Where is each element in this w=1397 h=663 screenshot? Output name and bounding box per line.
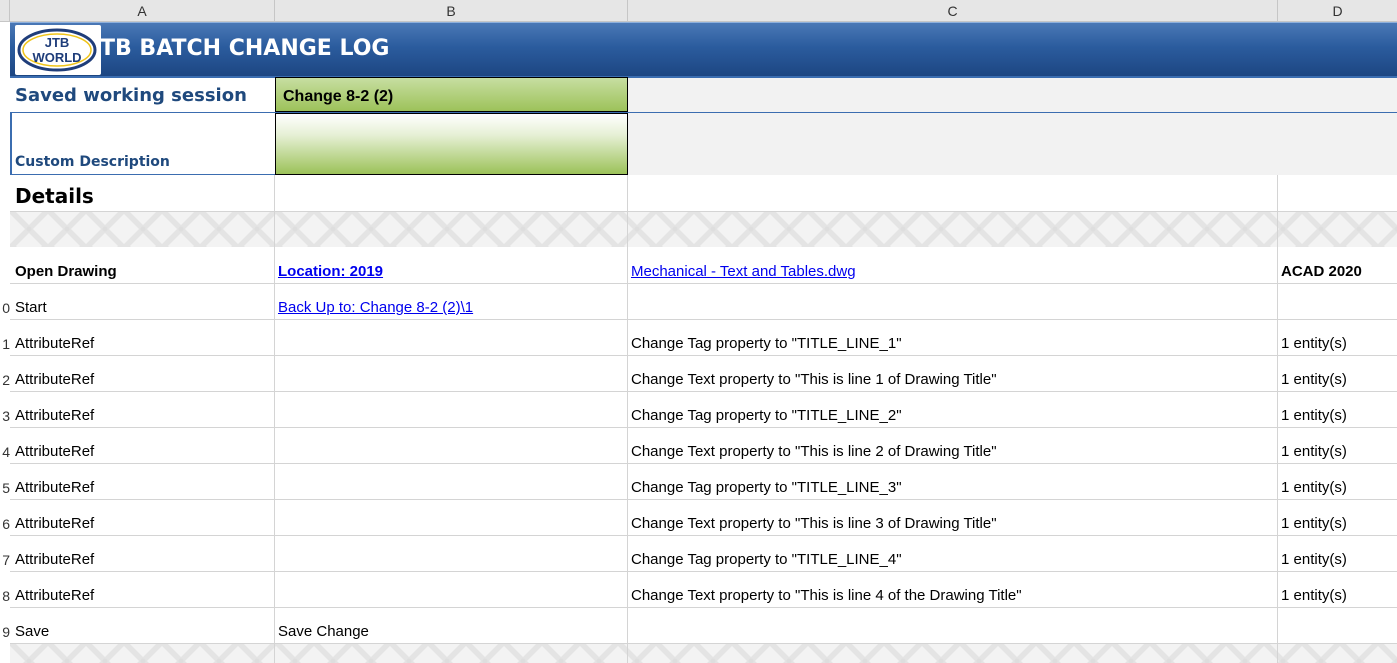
row-number[interactable]: 9 — [0, 622, 10, 642]
change-description[interactable]: Change Tag property to "TITLE_LINE_2" — [626, 406, 902, 426]
attribute-ref-type[interactable]: AttributeRef — [10, 406, 94, 426]
entity-count[interactable]: 1 entity(s) — [1276, 334, 1347, 354]
row-number[interactable]: 1 — [0, 334, 10, 354]
change-description[interactable]: Change Text property to "This is line 3 … — [626, 514, 997, 534]
jtb-world-logo: JTB WORLD — [15, 25, 101, 75]
logo-text-world: WORLD — [32, 50, 81, 65]
logo-text-jtb: JTB — [45, 35, 70, 50]
details-heading: Details — [15, 184, 94, 208]
banner-title: TB BATCH CHANGE LOG — [100, 36, 390, 61]
gridline-row — [10, 463, 1397, 464]
row-number[interactable]: 3 — [0, 406, 10, 426]
entity-count[interactable]: 1 entity(s) — [1276, 586, 1347, 606]
session-label: Saved working session — [15, 85, 247, 106]
entity-count[interactable]: 1 entity(s) — [1276, 550, 1347, 570]
gridline-row — [10, 607, 1397, 608]
decorative-pattern-band-bottom — [10, 644, 1397, 663]
logo-graphic: JTB WORLD — [17, 28, 97, 72]
gridline-row — [10, 571, 1397, 572]
column-header-a[interactable]: A — [10, 0, 275, 22]
attribute-ref-type[interactable]: AttributeRef — [10, 586, 94, 606]
attribute-ref-type[interactable]: AttributeRef — [10, 514, 94, 534]
gridline-row — [10, 319, 1397, 320]
session-row-fill — [628, 77, 1397, 112]
open-drawing-label[interactable]: Open Drawing — [10, 262, 117, 282]
save-label[interactable]: Save — [10, 622, 49, 642]
drawing-file-link[interactable]: Mechanical - Text and Tables.dwg — [626, 262, 856, 282]
description-row-fill — [628, 113, 1397, 175]
change-description[interactable]: Change Text property to "This is line 1 … — [626, 370, 997, 390]
start-label[interactable]: Start — [10, 298, 47, 318]
row-number[interactable]: 5 — [0, 478, 10, 498]
entity-count[interactable]: 1 entity(s) — [1276, 442, 1347, 462]
column-header-d[interactable]: D — [1278, 0, 1397, 22]
gridline-row — [10, 499, 1397, 500]
attribute-ref-type[interactable]: AttributeRef — [10, 550, 94, 570]
gridline-col-ab — [274, 175, 275, 663]
attribute-ref-type[interactable]: AttributeRef — [10, 370, 94, 390]
gridline-row — [10, 211, 1397, 212]
session-row-border — [10, 76, 1397, 78]
description-value-cell[interactable] — [275, 113, 628, 175]
row-number[interactable]: 7 — [0, 550, 10, 570]
entity-count[interactable]: 1 entity(s) — [1276, 370, 1347, 390]
row-number[interactable]: 8 — [0, 586, 10, 606]
column-header-c[interactable]: C — [628, 0, 1278, 22]
gridline-row — [10, 535, 1397, 536]
column-header-b[interactable]: B — [275, 0, 628, 22]
gridline-row — [10, 283, 1397, 284]
row-number[interactable]: 0 — [0, 298, 10, 318]
save-change-value[interactable]: Save Change — [273, 622, 369, 642]
change-description[interactable]: Change Tag property to "TITLE_LINE_3" — [626, 478, 902, 498]
attribute-ref-type[interactable]: AttributeRef — [10, 334, 94, 354]
row-number[interactable]: 4 — [0, 442, 10, 462]
backup-link[interactable]: Back Up to: Change 8-2 (2)\1 — [273, 298, 473, 318]
gridline-row — [10, 355, 1397, 356]
description-label: Custom Description — [15, 154, 170, 170]
decorative-pattern-band — [10, 212, 1397, 247]
attribute-ref-type[interactable]: AttributeRef — [10, 442, 94, 462]
location-link[interactable]: Location: 2019 — [273, 262, 383, 282]
entity-count[interactable]: 1 entity(s) — [1276, 514, 1347, 534]
entity-count[interactable]: 1 entity(s) — [1276, 478, 1347, 498]
acad-version[interactable]: ACAD 2020 — [1276, 262, 1362, 282]
corner-cell[interactable] — [0, 0, 10, 22]
gridline-row — [10, 427, 1397, 428]
change-description[interactable]: Change Text property to "This is line 2 … — [626, 442, 997, 462]
gridline-row — [10, 643, 1397, 644]
row-number[interactable]: 6 — [0, 514, 10, 534]
attribute-ref-type[interactable]: AttributeRef — [10, 478, 94, 498]
change-description[interactable]: Change Text property to "This is line 4 … — [626, 586, 1022, 606]
change-description[interactable]: Change Tag property to "TITLE_LINE_4" — [626, 550, 902, 570]
change-description[interactable]: Change Tag property to "TITLE_LINE_1" — [626, 334, 902, 354]
row-number[interactable]: 2 — [0, 370, 10, 390]
session-value: Change 8-2 (2) — [283, 88, 394, 105]
entity-count[interactable]: 1 entity(s) — [1276, 406, 1347, 426]
gridline-row — [10, 391, 1397, 392]
